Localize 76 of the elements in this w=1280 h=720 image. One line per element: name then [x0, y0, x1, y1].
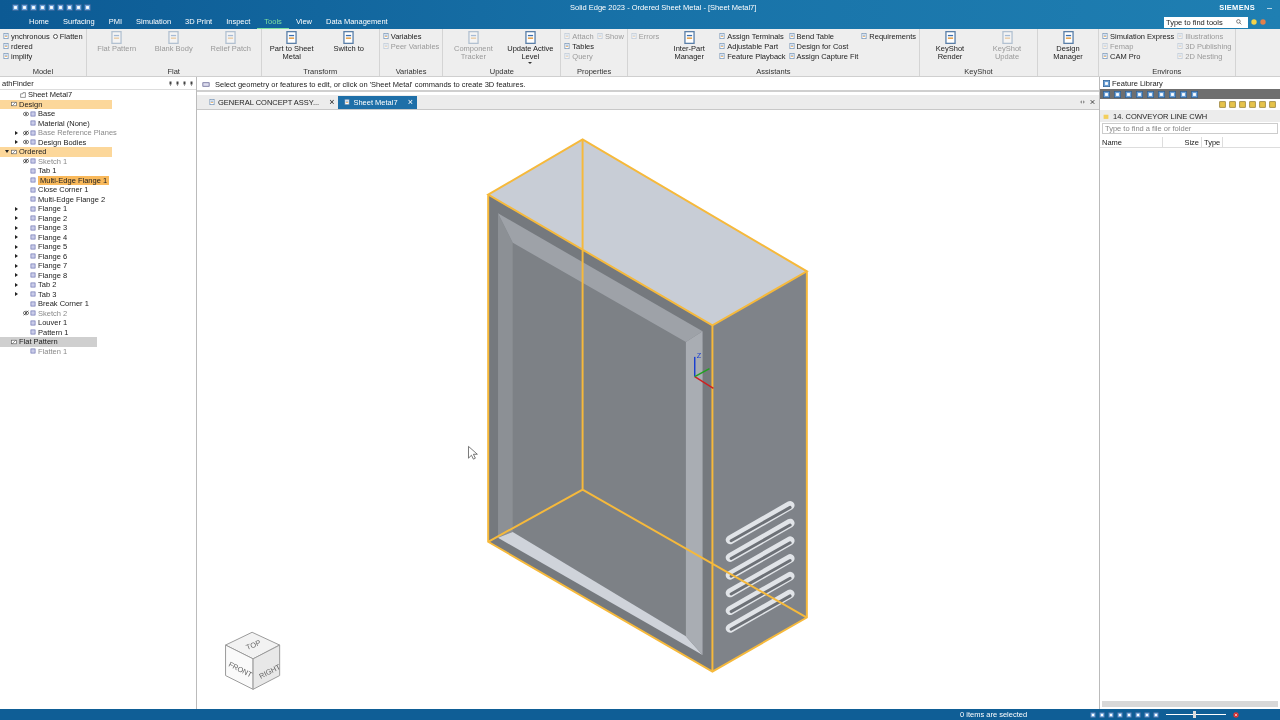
- caret-icon: [528, 62, 533, 64]
- hidden-eye-icon[interactable]: [22, 129, 29, 136]
- document-icon: [3, 53, 9, 59]
- document-icon: [1102, 43, 1108, 49]
- document-icon: [3, 43, 9, 49]
- document-icon: [285, 31, 299, 44]
- document-icon: [682, 31, 696, 44]
- document-icon: [1177, 43, 1184, 49]
- expand-arrow-icon[interactable]: [15, 130, 18, 135]
- document-icon: [382, 33, 389, 39]
- folder-icon: [1103, 112, 1109, 120]
- document-icon: [1061, 31, 1075, 44]
- document-icon: [564, 53, 571, 59]
- document-icon: [110, 31, 124, 44]
- expand-arrow-icon[interactable]: [15, 263, 18, 268]
- document-icon: [861, 33, 868, 39]
- expand-arrow-icon[interactable]: [4, 150, 9, 154]
- document-icon: [523, 31, 537, 44]
- document-icon: [466, 31, 480, 44]
- axis-triad-icon: [694, 356, 715, 390]
- close-button[interactable]: ×: [325, 95, 339, 109]
- expand-arrow-icon[interactable]: [15, 244, 18, 249]
- tab-scroll-icon[interactable]: [1079, 99, 1086, 105]
- document-icon: [630, 33, 637, 39]
- document-icon: [1177, 53, 1184, 59]
- document-icon: [719, 43, 726, 49]
- document-icon: [344, 99, 351, 105]
- pointer-icon: [468, 446, 478, 460]
- document-icon: [382, 43, 389, 49]
- document-icon: [788, 33, 795, 39]
- expand-arrow-icon[interactable]: [15, 206, 18, 211]
- expand-arrow-icon[interactable]: [15, 273, 18, 278]
- minimize-button[interactable]: –: [1263, 2, 1276, 13]
- view-cube-drawing[interactable]: [225, 631, 281, 690]
- close-icon[interactable]: [1233, 711, 1239, 718]
- library-icon: [1103, 79, 1110, 87]
- expand-arrow-icon[interactable]: [15, 225, 18, 230]
- document-icon: [1102, 53, 1108, 59]
- expand-arrow-icon[interactable]: [15, 282, 18, 287]
- pin-icon[interactable]: [175, 80, 180, 86]
- document-icon: [943, 31, 957, 44]
- eye-icon[interactable]: [22, 139, 29, 146]
- hidden-eye-icon[interactable]: [22, 158, 29, 165]
- document-icon: [564, 33, 571, 39]
- pin-icon[interactable]: [168, 80, 173, 86]
- pin-icon[interactable]: [182, 80, 187, 86]
- document-icon: [224, 31, 238, 44]
- document-icon: [564, 43, 571, 49]
- scrollbar[interactable]: [1102, 701, 1278, 707]
- document-icon: [1177, 33, 1184, 39]
- document-icon: [788, 43, 795, 49]
- document-icon: [209, 99, 215, 105]
- document-icon: [3, 33, 9, 39]
- mode-icon: [11, 338, 17, 345]
- feature-icon: [30, 348, 36, 355]
- document-icon: [788, 53, 795, 59]
- hidden-eye-icon[interactable]: [22, 310, 29, 317]
- expand-arrow-icon[interactable]: [15, 235, 18, 240]
- part-icon: [20, 91, 26, 98]
- pin-icon[interactable]: [189, 80, 194, 86]
- expand-arrow-icon[interactable]: [15, 140, 18, 145]
- document-icon: [1000, 31, 1014, 44]
- close-icon[interactable]: [1089, 99, 1096, 105]
- eye-icon[interactable]: [22, 110, 29, 117]
- mode-icon: [11, 148, 17, 155]
- document-icon: [597, 33, 604, 39]
- expand-arrow-icon[interactable]: [15, 216, 18, 221]
- document-icon: [1102, 33, 1108, 39]
- document-icon: [342, 31, 356, 44]
- search-icon: [1236, 19, 1242, 25]
- document-icon: [719, 33, 726, 39]
- expand-arrow-icon[interactable]: [15, 254, 18, 259]
- mode-icon: [11, 101, 17, 108]
- document-icon: [167, 31, 181, 44]
- expand-arrow-icon[interactable]: [15, 292, 18, 297]
- document-icon: [719, 53, 726, 59]
